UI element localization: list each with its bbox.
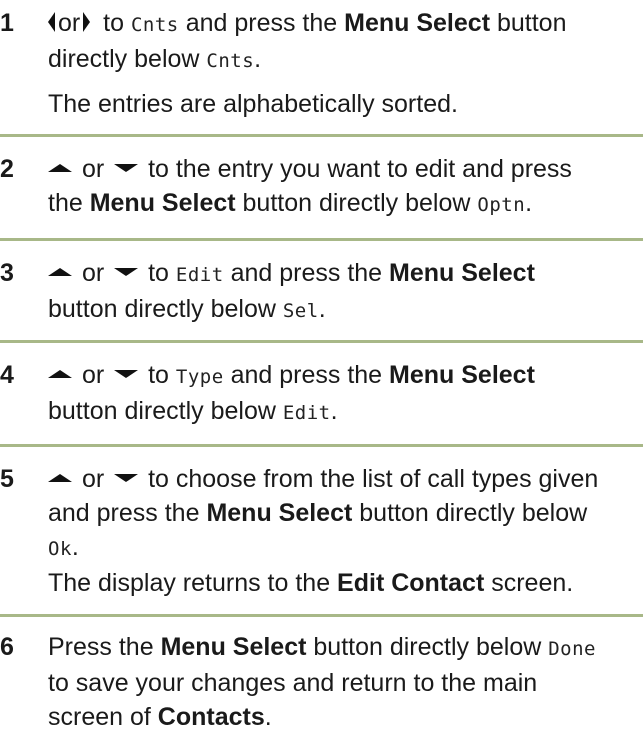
or-text: or — [58, 9, 81, 37]
text: . — [318, 295, 326, 323]
or-text: or — [75, 361, 112, 389]
right-arrow-icon — [83, 12, 91, 33]
or-text: or — [75, 259, 112, 287]
menu-select-label: Menu Select — [160, 633, 307, 661]
up-arrow-icon — [48, 268, 72, 277]
display-label: Optn — [477, 194, 526, 216]
text: and press the — [223, 259, 390, 287]
separator — [0, 134, 643, 137]
step-line: directly below Cnts. — [48, 42, 633, 78]
text: to choose from the list of call types gi… — [141, 465, 599, 493]
step-line: Press the Menu Select button directly be… — [48, 630, 633, 666]
display-label: Cnts — [130, 14, 179, 36]
separator — [0, 340, 643, 343]
text: and press the — [48, 499, 207, 527]
up-arrow-icon — [48, 164, 72, 173]
step-body: or to the entry you want to edit and pre… — [48, 152, 633, 222]
step-number: 1 — [0, 9, 14, 37]
separator — [0, 238, 643, 241]
display-label: Ok — [48, 538, 72, 560]
up-arrow-icon — [48, 370, 72, 379]
text: button directly below — [352, 499, 588, 527]
display-label: Edit — [175, 264, 224, 286]
text: directly below — [48, 45, 207, 73]
text: screen of — [48, 703, 158, 731]
step-number: 6 — [0, 633, 14, 661]
down-arrow-icon — [114, 370, 139, 379]
display-label: Type — [175, 366, 224, 388]
step-note: The entries are alphabetically sorted. — [48, 90, 458, 118]
separator — [0, 444, 643, 447]
step-line: or to Cnts and press the Menu Select but… — [48, 6, 633, 42]
text: . — [525, 189, 533, 217]
to-text: to — [141, 259, 176, 287]
text: The display returns to the — [48, 569, 338, 597]
step-line: screen of Contacts. — [48, 700, 633, 734]
step-number: 2 — [0, 155, 14, 183]
step-body: or to Cnts and press the Menu Select but… — [48, 6, 633, 121]
display-label: Edit — [282, 402, 331, 424]
or-text: or — [75, 155, 112, 183]
text: screen. — [484, 569, 574, 597]
menu-select-label: Menu Select — [389, 259, 535, 287]
text: . — [71, 533, 79, 561]
step-line: Ok. — [48, 530, 633, 566]
text: Press the — [48, 633, 161, 661]
edit-contact-label: Edit Contact — [337, 569, 485, 597]
text: button directly below — [235, 189, 478, 217]
step-number: 4 — [0, 361, 14, 389]
step-body: or to choose from the list of call types… — [48, 462, 633, 600]
text: . — [330, 397, 338, 425]
menu-select-label: Menu Select — [389, 361, 535, 389]
text: button directly below — [306, 633, 549, 661]
text: button directly below — [48, 397, 283, 425]
menu-select-label: Menu Select — [344, 9, 491, 37]
display-label: Done — [548, 638, 596, 660]
procedure-steps: 1 or to Cnts and press the Menu Select b… — [0, 0, 643, 731]
down-arrow-icon — [114, 268, 139, 277]
step-note: The display returns to the Edit Contact … — [48, 566, 633, 600]
contacts-label: Contacts — [157, 703, 265, 731]
down-arrow-icon — [114, 164, 139, 173]
text: . — [264, 703, 272, 731]
step-number: 5 — [0, 465, 14, 493]
press-text: and press the — [178, 9, 345, 37]
left-arrow-icon — [48, 12, 55, 33]
text: button directly below — [48, 295, 283, 323]
step-line: button directly below Edit. — [48, 394, 633, 430]
step-line: or to Type and press the Menu Select — [48, 358, 633, 394]
to-text: to — [96, 9, 131, 37]
menu-select-label: Menu Select — [206, 499, 353, 527]
step-body: or to Type and press the Menu Select but… — [48, 358, 633, 430]
step-line: the Menu Select button directly below Op… — [48, 186, 633, 222]
step-line: or to the entry you want to edit and pre… — [48, 152, 633, 186]
text: and press the — [223, 361, 390, 389]
step-number: 3 — [0, 259, 14, 287]
display-label: Sel — [282, 300, 319, 322]
step-line: to save your changes and return to the m… — [48, 669, 538, 697]
step-line: button directly below Sel. — [48, 292, 633, 328]
down-arrow-icon — [114, 474, 139, 483]
step-body: or to Edit and press the Menu Select but… — [48, 256, 633, 328]
text: . — [254, 45, 262, 73]
to-text: to — [141, 361, 176, 389]
up-arrow-icon — [48, 474, 72, 483]
separator — [0, 614, 643, 617]
step-line: or to Edit and press the Menu Select — [48, 256, 633, 292]
step-line: and press the Menu Select button directl… — [48, 496, 633, 530]
display-label: Cnts — [206, 50, 255, 72]
text: the — [48, 189, 90, 217]
text: to the entry you want to edit and press — [141, 155, 572, 183]
step-body: Press the Menu Select button directly be… — [48, 630, 633, 734]
step-line: or to choose from the list of call types… — [48, 462, 633, 496]
or-text: or — [75, 465, 112, 493]
menu-select-label: Menu Select — [89, 189, 236, 217]
button-text: button — [490, 9, 567, 37]
